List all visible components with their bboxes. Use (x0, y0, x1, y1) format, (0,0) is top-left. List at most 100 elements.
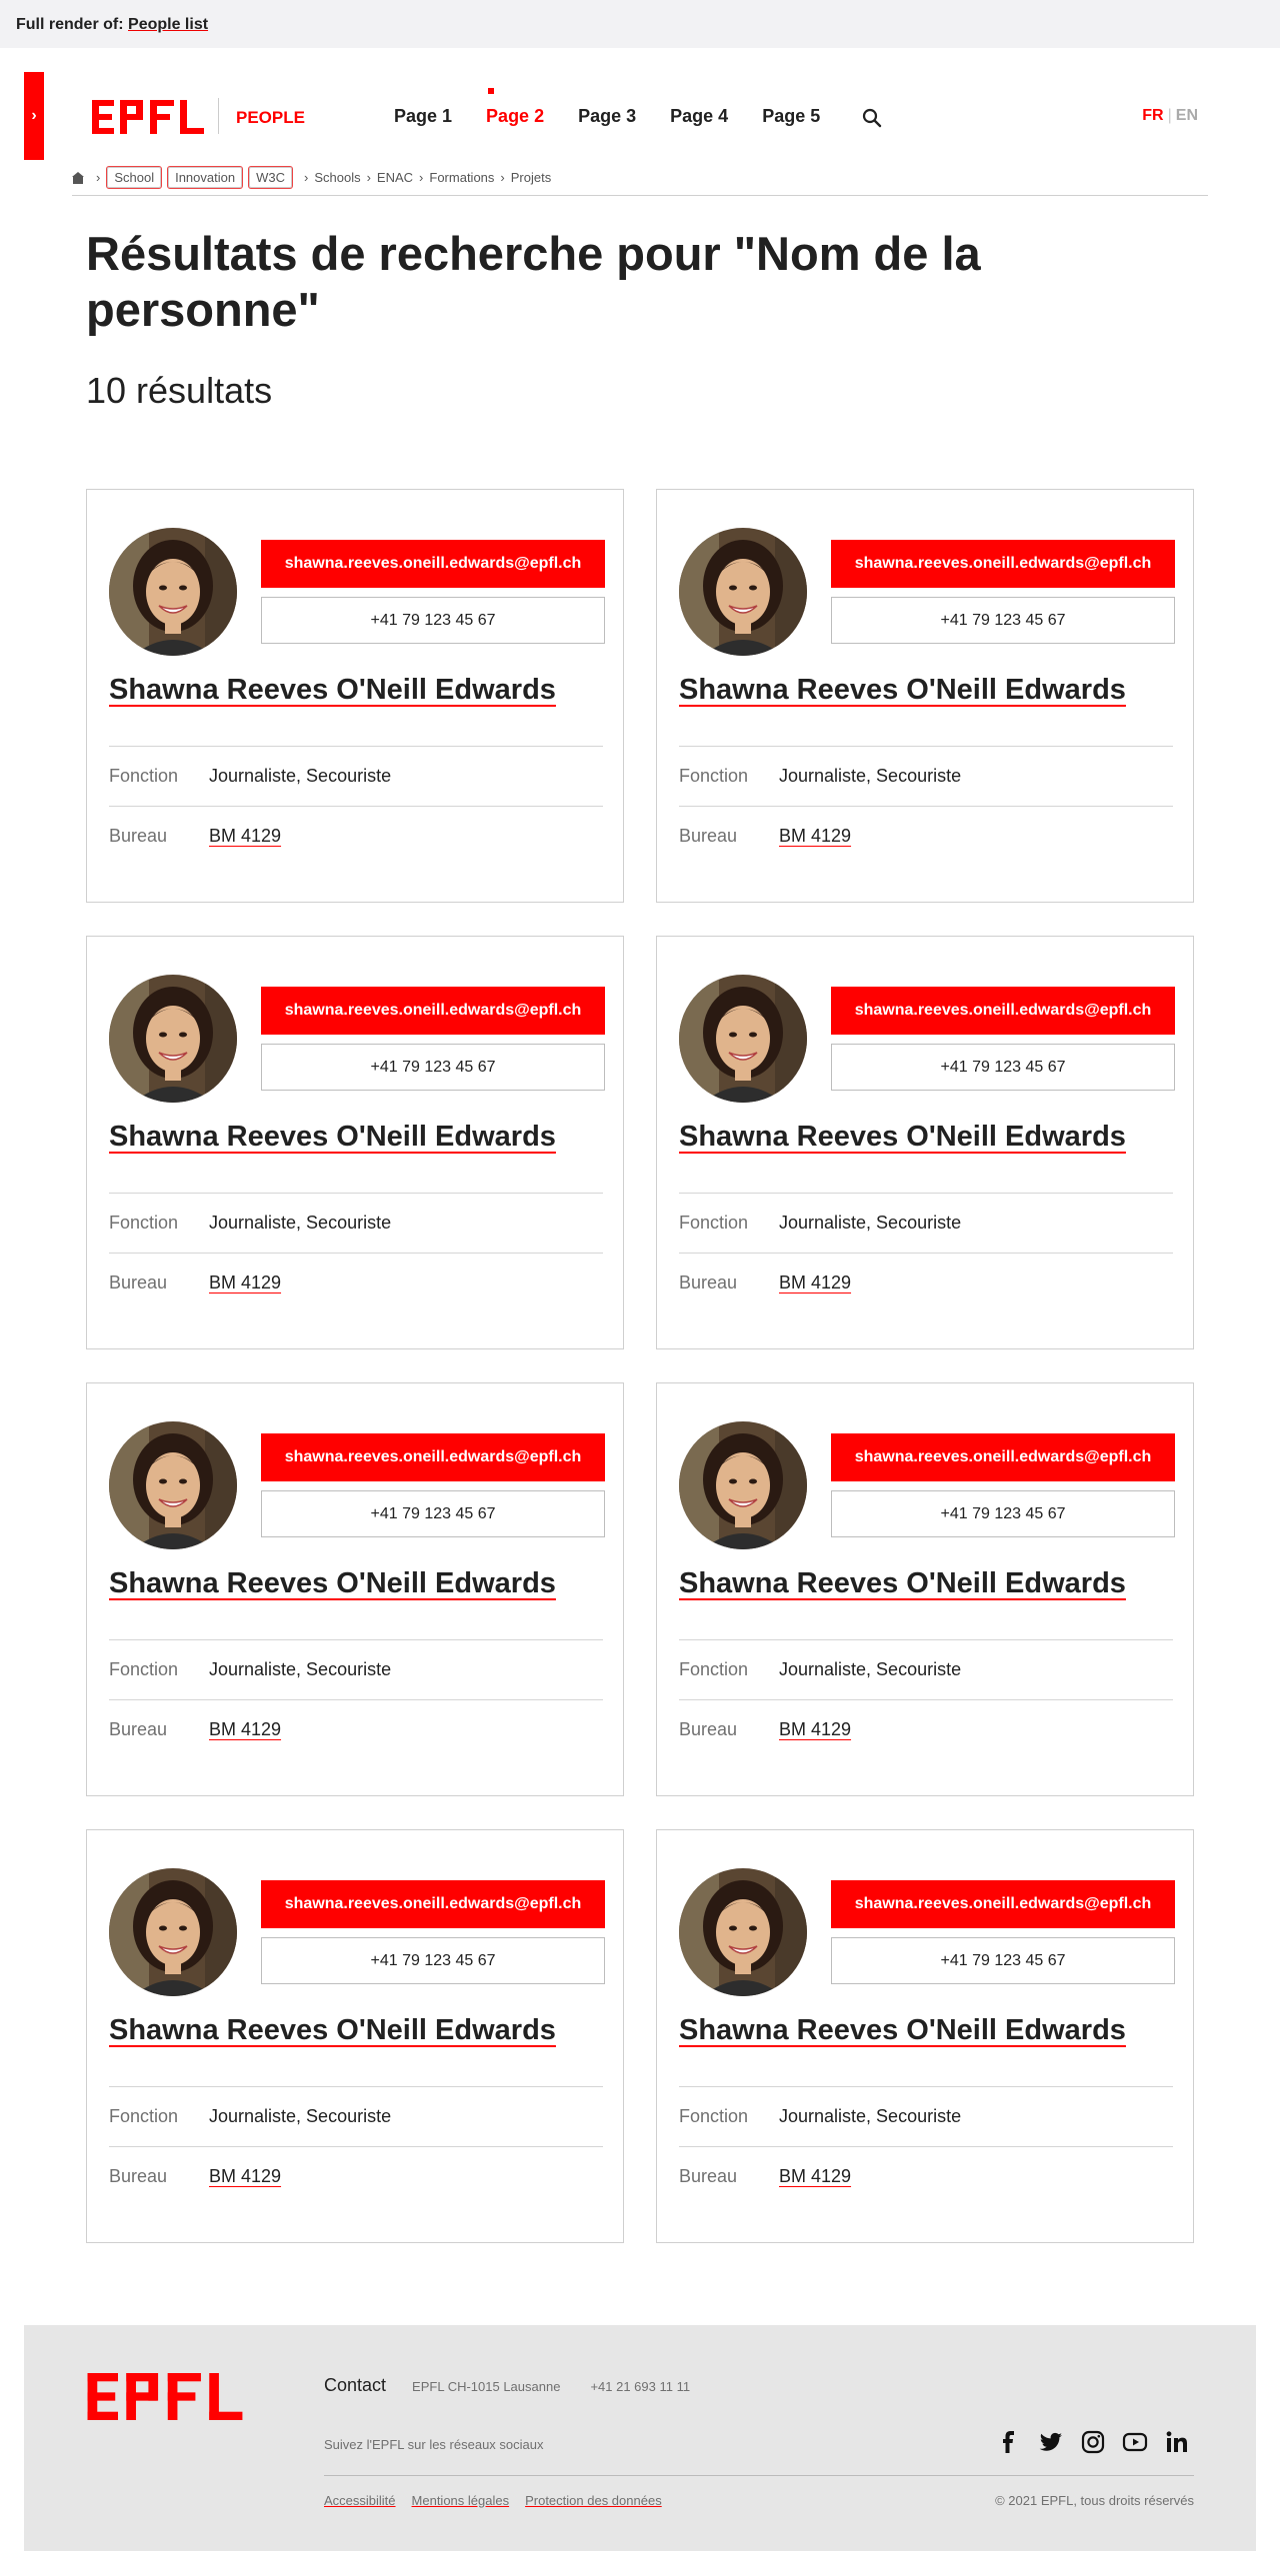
email-button[interactable]: shawna.reeves.oneill.edwards@epfl.ch (831, 1433, 1175, 1481)
phone-button[interactable]: +41 79 123 45 67 (261, 1937, 605, 1984)
email-button[interactable]: shawna.reeves.oneill.edwards@epfl.ch (261, 987, 605, 1035)
bureau-label: Bureau (109, 2166, 168, 2186)
info-row-fonction: Fonction Journaliste, Secouriste (109, 2086, 603, 2146)
info-row-fonction: Fonction Journaliste, Secouriste (109, 1193, 603, 1253)
bureau-link[interactable]: BM 4129 (209, 2166, 281, 2187)
contact-phone[interactable]: +41 21 693 11 11 (590, 2379, 690, 2394)
legal-link-privacy[interactable]: Protection des données (525, 2493, 662, 2508)
fonction-label: Fonction (109, 2106, 179, 2126)
avatar[interactable] (679, 1868, 807, 1996)
person-card: shawna.reeves.oneill.edwards@epfl.ch +41… (656, 489, 1194, 903)
nav-item-page-2[interactable]: Page 2 (486, 88, 544, 127)
breadcrumb-separator: › (419, 170, 424, 185)
person-name-link[interactable]: Shawna Reeves O'Neill Edwards (679, 1121, 1126, 1154)
facebook-icon[interactable] (996, 2429, 1022, 2455)
site-title[interactable]: PEOPLE (236, 108, 305, 128)
person-name-link[interactable]: Shawna Reeves O'Neill Edwards (109, 1567, 556, 1600)
email-button[interactable]: shawna.reeves.oneill.edwards@epfl.ch (831, 540, 1175, 588)
breadcrumb-tag-school[interactable]: School (106, 166, 163, 189)
epfl-logo[interactable] (92, 100, 204, 134)
nav-item-page-4[interactable]: Page 4 (670, 106, 728, 127)
avatar[interactable] (109, 528, 237, 656)
phone-button[interactable]: +41 79 123 45 67 (831, 1937, 1175, 1984)
person-name-link[interactable]: Shawna Reeves O'Neill Edwards (679, 2014, 1126, 2047)
phone-button[interactable]: +41 79 123 45 67 (831, 1044, 1175, 1091)
fonction-label: Fonction (679, 2106, 749, 2126)
info-row-bureau: Bureau BM 4129 (679, 2146, 1173, 2206)
person-name-link[interactable]: Shawna Reeves O'Neill Edwards (109, 674, 556, 707)
email-button[interactable]: shawna.reeves.oneill.edwards@epfl.ch (261, 1433, 605, 1481)
person-card: shawna.reeves.oneill.edwards@epfl.ch +41… (86, 936, 624, 1349)
fonction-value: Journaliste, Secouriste (209, 766, 392, 786)
person-name-link[interactable]: Shawna Reeves O'Neill Edwards (679, 674, 1126, 707)
avatar[interactable] (679, 975, 807, 1103)
nav-item-page-5[interactable]: Page 5 (762, 106, 820, 127)
instagram-icon[interactable] (1080, 2429, 1106, 2455)
drawer-toggle-button[interactable]: › (24, 72, 44, 160)
breadcrumb-link-schools[interactable]: Schools (314, 170, 360, 185)
bureau-label: Bureau (109, 826, 168, 846)
bureau-link[interactable]: BM 4129 (779, 2166, 851, 2187)
linkedin-icon[interactable] (1164, 2429, 1190, 2455)
phone-button[interactable]: +41 79 123 45 67 (831, 1490, 1175, 1537)
legal-link-accessibility[interactable]: Accessibilité (324, 2493, 396, 2508)
person-card: shawna.reeves.oneill.edwards@epfl.ch +41… (656, 1382, 1194, 1796)
info-row-bureau: Bureau BM 4129 (109, 1699, 603, 1759)
footer-epfl-logo[interactable] (86, 2373, 244, 2420)
email-button[interactable]: shawna.reeves.oneill.edwards@epfl.ch (831, 987, 1175, 1035)
breadcrumb-tag-innovation[interactable]: Innovation (167, 166, 244, 189)
bureau-link[interactable]: BM 4129 (779, 1719, 851, 1740)
email-button[interactable]: shawna.reeves.oneill.edwards@epfl.ch (261, 1880, 605, 1928)
phone-button[interactable]: +41 79 123 45 67 (831, 597, 1175, 644)
bureau-link[interactable]: BM 4129 (779, 826, 851, 847)
bureau-label: Bureau (679, 1719, 738, 1739)
bureau-link[interactable]: BM 4129 (209, 1719, 281, 1740)
bureau-link[interactable]: BM 4129 (779, 1273, 851, 1293)
info-row-fonction: Fonction Journaliste, Secouriste (679, 1193, 1173, 1253)
legal-link-mentions[interactable]: Mentions légales (412, 2493, 510, 2508)
email-button[interactable]: shawna.reeves.oneill.edwards@epfl.ch (831, 1880, 1175, 1928)
person-name-link[interactable]: Shawna Reeves O'Neill Edwards (109, 2014, 556, 2047)
avatar[interactable] (679, 528, 807, 656)
breadcrumb-link-projets[interactable]: Projets (511, 170, 551, 185)
youtube-icon[interactable] (1122, 2429, 1148, 2455)
avatar[interactable] (679, 1421, 807, 1549)
avatar[interactable] (109, 1868, 237, 1996)
nav-item-page-1[interactable]: Page 1 (394, 106, 452, 127)
info-row-bureau: Bureau BM 4129 (679, 806, 1173, 866)
person-card: shawna.reeves.oneill.edwards@epfl.ch +41… (656, 936, 1194, 1349)
person-name-link[interactable]: Shawna Reeves O'Neill Edwards (109, 1121, 556, 1154)
twitter-icon[interactable] (1038, 2429, 1064, 2455)
info-row-bureau: Bureau BM 4129 (679, 1253, 1173, 1312)
bureau-label: Bureau (679, 826, 738, 846)
phone-button[interactable]: +41 79 123 45 67 (261, 1490, 605, 1537)
main-nav: Page 1 Page 2 Page 3 Page 4 Page 5 (394, 88, 854, 127)
search-icon[interactable] (862, 108, 882, 128)
breadcrumb-tag-w3c[interactable]: W3C (248, 166, 293, 189)
footer-divider (324, 2475, 1194, 2476)
render-bar-link[interactable]: People list (128, 16, 208, 33)
bureau-link[interactable]: BM 4129 (209, 826, 281, 847)
fonction-label: Fonction (109, 1213, 179, 1233)
breadcrumb-link-formations[interactable]: Formations (429, 170, 494, 185)
render-bar: Full render of: People list (0, 0, 1280, 48)
email-button[interactable]: shawna.reeves.oneill.edwards@epfl.ch (261, 540, 605, 588)
avatar[interactable] (109, 1421, 237, 1549)
info-row-bureau: Bureau BM 4129 (109, 2146, 603, 2206)
contact-address: EPFL CH-1015 Lausanne (412, 2379, 561, 2394)
info-row-bureau: Bureau BM 4129 (109, 806, 603, 866)
fonction-label: Fonction (109, 1659, 179, 1679)
breadcrumb-link-enac[interactable]: ENAC (377, 170, 413, 185)
nav-item-page-3[interactable]: Page 3 (578, 106, 636, 127)
social-icons (996, 2429, 1190, 2455)
person-name-link[interactable]: Shawna Reeves O'Neill Edwards (679, 1567, 1126, 1600)
phone-button[interactable]: +41 79 123 45 67 (261, 1044, 605, 1091)
lang-fr[interactable]: FR (1142, 107, 1163, 124)
fonction-value: Journaliste, Secouriste (209, 1213, 392, 1233)
avatar[interactable] (109, 975, 237, 1103)
phone-button[interactable]: +41 79 123 45 67 (261, 597, 605, 644)
home-icon[interactable] (72, 172, 84, 184)
lang-en[interactable]: EN (1176, 107, 1198, 124)
breadcrumb-separator: › (96, 170, 101, 185)
bureau-link[interactable]: BM 4129 (209, 1273, 281, 1293)
